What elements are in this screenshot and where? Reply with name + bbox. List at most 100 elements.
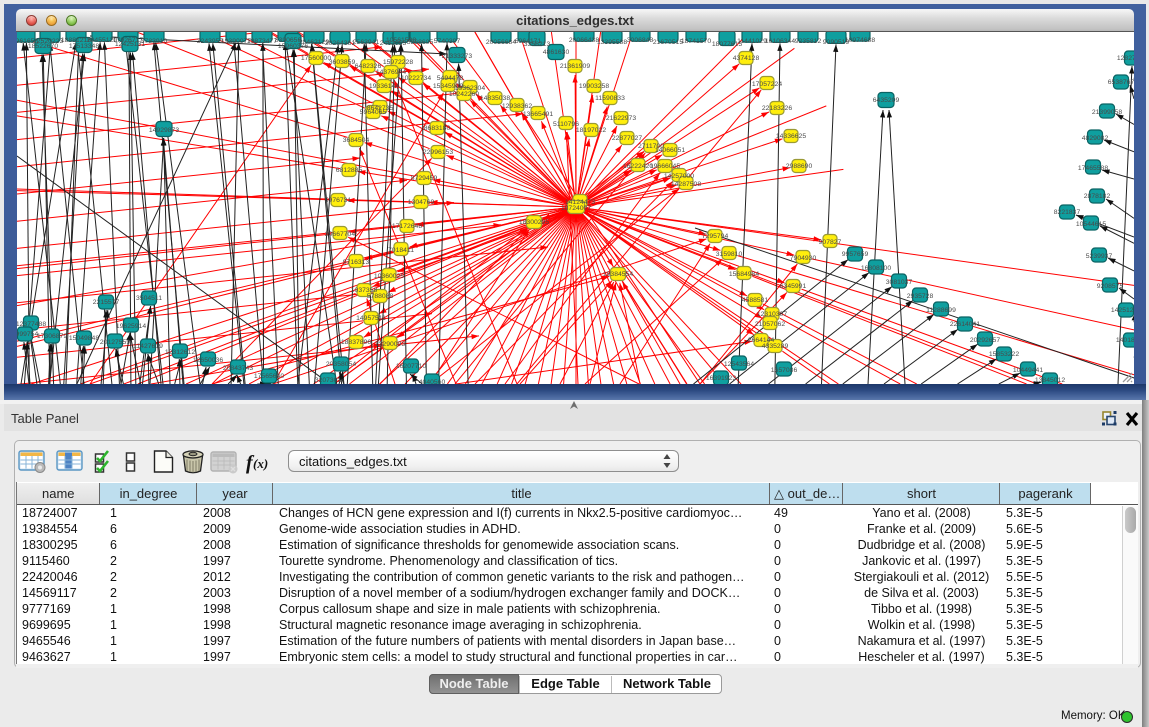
svg-text:18077615: 18077615: [712, 41, 742, 48]
svg-text:17565640: 17565640: [254, 373, 284, 380]
svg-text:2215577: 2215577: [93, 299, 120, 306]
svg-text:11427619: 11427619: [133, 343, 163, 350]
svg-text:5964065: 5964065: [360, 109, 387, 116]
svg-text:19666045: 19666045: [650, 163, 680, 170]
svg-text:1657086: 1657086: [771, 367, 798, 374]
svg-text:3081037: 3081037: [886, 279, 913, 286]
svg-text:4335289: 4335289: [762, 343, 789, 350]
svg-text:20292657: 20292657: [970, 337, 1000, 344]
svg-text:17560000: 17560000: [301, 55, 331, 62]
svg-text:5740397: 5740397: [434, 38, 461, 45]
svg-text:8683180: 8683180: [424, 125, 451, 132]
svg-text:14287508: 14287508: [671, 181, 701, 188]
svg-text:3504511: 3504511: [136, 295, 162, 302]
svg-text:6435209: 6435209: [873, 97, 900, 104]
svg-text:4861630: 4861630: [543, 49, 570, 56]
svg-text:12425131: 12425131: [115, 41, 145, 48]
svg-text:14835038: 14835038: [480, 95, 510, 102]
svg-text:18522670: 18522670: [28, 43, 58, 50]
svg-text:4829082: 4829082: [1082, 135, 1109, 142]
svg-text:3356213: 3356213: [524, 41, 551, 48]
svg-text:22996153: 22996153: [423, 149, 453, 156]
svg-text:21057062: 21057062: [755, 321, 785, 328]
svg-text:8729459: 8729459: [411, 175, 438, 182]
svg-text:15853222: 15853222: [989, 351, 1019, 358]
svg-text:21670515: 21670515: [653, 39, 683, 46]
svg-text:16207710: 16207710: [396, 363, 426, 370]
svg-text:15684984: 15684984: [729, 271, 759, 278]
svg-text:10544615: 10544615: [1076, 221, 1106, 228]
svg-text:22877027: 22877027: [612, 135, 642, 142]
svg-text:10561588: 10561588: [386, 37, 416, 44]
svg-text:20066438: 20066438: [569, 37, 599, 44]
svg-text:20264361: 20264361: [325, 40, 355, 47]
svg-text:2878182: 2878182: [1084, 193, 1111, 200]
svg-text:13290093: 13290093: [375, 341, 405, 348]
svg-text:12650036: 12650036: [193, 357, 223, 364]
svg-text:21622973: 21622973: [606, 115, 636, 122]
svg-text:19873477: 19873477: [247, 38, 277, 45]
svg-text:21361909: 21361909: [560, 63, 590, 70]
svg-text:5494478: 5494478: [437, 75, 464, 82]
svg-text:9208575: 9208575: [1097, 283, 1124, 290]
svg-text:10974688: 10974688: [845, 37, 875, 44]
svg-text:14336625: 14336625: [776, 133, 806, 140]
svg-text:13665491: 13665491: [523, 111, 553, 118]
svg-text:13395588: 13395588: [597, 39, 627, 46]
svg-text:12827396: 12827396: [1117, 55, 1134, 62]
svg-text:19903258: 19903258: [579, 83, 609, 90]
svg-text:20056684: 20056684: [486, 39, 516, 46]
svg-text:11590833: 11590833: [595, 95, 625, 102]
svg-text:7295794: 7295794: [702, 233, 729, 240]
svg-text:15960376: 15960376: [278, 43, 308, 50]
svg-text:12377488: 12377488: [17, 321, 46, 328]
svg-text:10360025: 10360025: [374, 273, 404, 280]
svg-text:17306879: 17306879: [37, 333, 67, 340]
svg-text:16222420: 16222420: [623, 163, 653, 170]
svg-text:16391923: 16391923: [706, 375, 736, 382]
svg-text:12310307: 12310307: [757, 311, 787, 318]
svg-text:6538767: 6538767: [1108, 79, 1134, 86]
svg-text:4040560: 4040560: [419, 379, 446, 384]
svg-text:19625914: 19625914: [116, 323, 146, 330]
svg-text:7018411: 7018411: [388, 247, 414, 254]
svg-text:3243959: 3243959: [197, 38, 224, 45]
svg-text:17513348: 17513348: [69, 43, 99, 50]
svg-text:21333273: 21333273: [442, 53, 472, 60]
svg-text:5239937: 5239937: [1086, 253, 1113, 260]
svg-text:15049848: 15049848: [69, 335, 99, 342]
svg-text:14066051: 14066051: [655, 147, 685, 154]
svg-text:9957659: 9957659: [842, 251, 869, 258]
svg-text:20358054: 20358054: [326, 361, 356, 368]
svg-text:22183226: 22183226: [762, 105, 792, 112]
svg-text:2563941: 2563941: [353, 39, 380, 46]
svg-text:18741570: 18741570: [681, 38, 711, 45]
svg-text:19384554: 19384554: [603, 271, 633, 278]
svg-text:14957511: 14957511: [356, 315, 386, 322]
svg-text:14929873: 14929873: [149, 127, 179, 134]
svg-text:20843743: 20843743: [223, 365, 253, 372]
svg-text:17172648: 17172648: [392, 223, 422, 230]
svg-text:14251230: 14251230: [1111, 307, 1134, 314]
svg-text:10449441: 10449441: [1013, 367, 1043, 374]
svg-text:14018095: 14018095: [1116, 337, 1134, 344]
svg-text:19336144: 19336144: [369, 83, 399, 90]
svg-text:8221837: 8221837: [1054, 209, 1081, 216]
svg-text:2988690: 2988690: [786, 163, 813, 170]
svg-text:7904930: 7904930: [790, 255, 817, 262]
svg-text:3006848: 3006848: [627, 37, 654, 44]
svg-text:18837896: 18837896: [341, 339, 371, 346]
svg-text:5976731: 5976731: [325, 197, 352, 204]
svg-text:10222734: 10222734: [401, 75, 431, 82]
svg-text:22614041: 22614041: [950, 321, 980, 328]
svg-text:12543564: 12543564: [724, 361, 754, 368]
svg-text:16808100: 16808100: [861, 265, 891, 272]
svg-text:17465588: 17465588: [1078, 165, 1108, 172]
svg-text:5788088: 5788088: [367, 293, 394, 300]
svg-text:3603859: 3603859: [329, 59, 356, 66]
svg-text:14257000: 14257000: [664, 173, 694, 180]
svg-text:18300295: 18300295: [519, 219, 549, 226]
svg-text:4588581: 4588581: [742, 297, 769, 304]
svg-text:3159810: 3159810: [716, 251, 743, 258]
svg-text:(x): (x): [253, 456, 268, 471]
